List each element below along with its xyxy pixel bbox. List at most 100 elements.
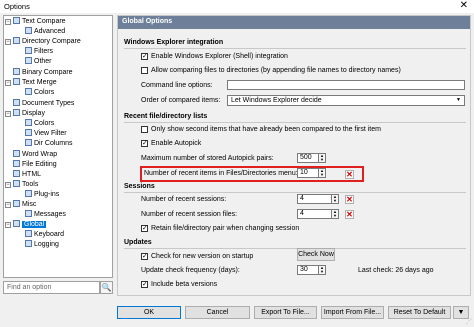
only-show-label: Only show second items that have already… <box>151 126 381 133</box>
clear-sessions-icon[interactable]: ✕ <box>345 195 354 204</box>
tree-item-logging[interactable]: Logging <box>25 240 59 250</box>
folder-icon <box>13 37 20 44</box>
collapse-toggle-icon[interactable]: − <box>5 202 11 208</box>
collapse-toggle-icon[interactable]: − <box>5 80 11 86</box>
order-label: Order of compared items: <box>141 97 221 104</box>
tree-item-document-types[interactable]: Document Types <box>13 99 74 109</box>
check-now-button[interactable]: Check Now <box>297 248 335 261</box>
check-new-label: Check for new version on startup <box>151 253 254 260</box>
collapse-toggle-icon[interactable]: − <box>5 182 11 188</box>
divider <box>124 192 466 193</box>
import-button[interactable]: Import From File... <box>321 306 384 319</box>
enable-shell-label: Enable Windows Explorer (Shell) integrat… <box>151 53 288 60</box>
clear-list-icon[interactable]: ✕ <box>345 170 354 179</box>
spinner-arrows[interactable]: ▲ ▼ <box>332 194 339 204</box>
log-icon <box>25 240 32 247</box>
collapse-toggle-icon[interactable]: − <box>5 111 11 117</box>
collapse-toggle-icon[interactable]: − <box>5 39 11 45</box>
reset-button[interactable]: Reset To Default <box>388 306 451 319</box>
palette-icon <box>25 119 32 126</box>
enable-autopick-checkbox[interactable]: ✓ <box>141 140 148 147</box>
ok-button[interactable]: OK <box>117 306 181 319</box>
search-icon[interactable]: 🔍 <box>100 281 113 294</box>
window-title: Options <box>4 2 30 11</box>
recent-sessions-input[interactable]: 4 <box>297 194 332 204</box>
spinner-arrows[interactable]: ▲ ▼ <box>319 168 326 178</box>
tree-item-dir-columns[interactable]: Dir Columns <box>25 139 73 149</box>
divider <box>124 122 466 123</box>
collapse-toggle-icon[interactable]: − <box>5 222 11 228</box>
globe-icon <box>13 220 20 227</box>
tree-item-tools[interactable]: Tools <box>13 180 38 190</box>
spinner-arrows[interactable]: ▲ ▼ <box>319 153 326 163</box>
command-line-input[interactable] <box>227 80 465 90</box>
page-icon <box>13 200 20 207</box>
spinner-arrows[interactable]: ▲ ▼ <box>319 265 326 275</box>
title-bar: Options ✕ <box>0 0 474 13</box>
frequency-input[interactable]: 30 <box>297 265 319 275</box>
tree-item-html[interactable]: HTML <box>13 170 41 180</box>
edit-icon <box>13 160 20 167</box>
section-recent-title: Recent file/directory lists <box>124 113 208 120</box>
tree-item-other[interactable]: Other <box>25 57 52 67</box>
page-icon <box>25 47 32 54</box>
page-icon <box>25 27 32 34</box>
tree-item-filters[interactable]: Filters <box>25 47 53 57</box>
allow-comparing-checkbox[interactable] <box>141 67 148 74</box>
resize-grip-icon[interactable]: ⋰ <box>466 318 472 325</box>
tree-item-global[interactable]: Global <box>13 220 47 230</box>
cancel-button[interactable]: Cancel <box>185 306 250 319</box>
enable-autopick-label: Enable Autopick <box>151 140 202 147</box>
spinner-arrows[interactable]: ▲ ▼ <box>332 209 339 219</box>
monitor-icon <box>13 109 20 116</box>
panel-header: Global Options <box>118 16 470 29</box>
tree-item-colors[interactable]: Colors <box>25 88 54 98</box>
retain-checkbox[interactable]: ✓ <box>141 225 148 232</box>
enable-shell-checkbox[interactable]: ✓ <box>141 53 148 60</box>
tree-item-keyboard[interactable]: Keyboard <box>25 230 64 240</box>
recent-menu-label: Number of recent items in Files/Director… <box>144 170 298 177</box>
max-autopick-input[interactable]: 500 <box>297 153 319 163</box>
close-icon[interactable]: ✕ <box>460 0 468 12</box>
check-new-checkbox[interactable]: ✓ <box>141 253 148 260</box>
tree-item-display-colors[interactable]: Colors <box>25 119 54 129</box>
last-check-text: Last check: 26 days ago <box>358 267 434 274</box>
folder-icon <box>13 78 20 85</box>
max-autopick-label: Maximum number of stored Autopick pairs: <box>141 155 274 162</box>
section-sessions-title: Sessions <box>124 183 155 190</box>
retain-label: Retain file/directory pair when changing… <box>151 225 300 232</box>
tree-item-misc[interactable]: Misc <box>13 200 36 210</box>
collapse-toggle-icon[interactable]: − <box>5 19 11 25</box>
tree-item-display[interactable]: Display <box>13 109 45 119</box>
tree-item-binary-compare[interactable]: Binary Compare <box>13 68 73 78</box>
clear-session-files-icon[interactable]: ✕ <box>345 210 354 219</box>
tree-item-word-wrap[interactable]: Word Wrap <box>13 150 57 160</box>
html-icon <box>13 170 20 177</box>
tree-item-text-merge[interactable]: Text Merge <box>13 78 57 88</box>
tree-item-directory-compare[interactable]: Directory Compare <box>13 37 81 47</box>
page-icon <box>25 57 32 64</box>
recent-session-files-input[interactable]: 4 <box>297 209 332 219</box>
allow-comparing-label: Allow comparing files to directories (by… <box>151 67 401 74</box>
include-beta-checkbox[interactable]: ✓ <box>141 281 148 288</box>
tree-item-view-filter[interactable]: View Filter <box>25 129 67 139</box>
page-icon <box>13 99 20 106</box>
recent-sessions-label: Number of recent sessions: <box>141 196 227 203</box>
tree-item-plug-ins[interactable]: Plug-ins <box>25 190 59 200</box>
options-tree[interactable]: − Text Compare Advanced − Directory Comp… <box>3 15 113 278</box>
tree-item-text-compare[interactable]: Text Compare <box>13 17 66 27</box>
order-select[interactable]: Let Windows Explorer decide ▼ <box>227 95 465 106</box>
include-beta-label: Include beta versions <box>151 281 218 288</box>
palette-icon <box>25 88 32 95</box>
search-input[interactable]: Find an option <box>3 281 100 294</box>
chevron-down-icon: ▼ <box>456 97 461 103</box>
tree-item-advanced[interactable]: Advanced <box>25 27 65 37</box>
only-show-checkbox[interactable] <box>141 126 148 133</box>
recent-menu-input[interactable]: 10 <box>297 168 319 178</box>
tree-item-file-editing[interactable]: File Editing <box>13 160 57 170</box>
folder-icon <box>13 17 20 24</box>
section-updates-title: Updates <box>124 239 152 246</box>
filter-icon <box>25 129 32 136</box>
tree-item-messages[interactable]: Messages <box>25 210 66 220</box>
export-button[interactable]: Export To File... <box>254 306 317 319</box>
